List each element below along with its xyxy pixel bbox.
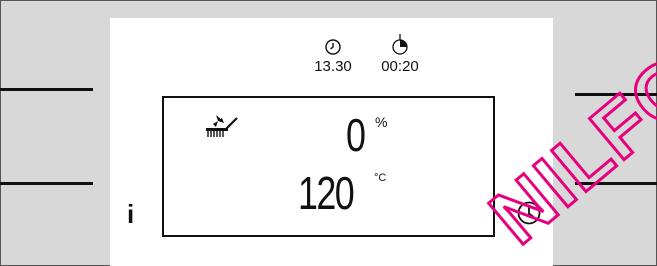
temperature-value: 120: [298, 167, 355, 219]
temperature-unit: °C: [374, 172, 387, 184]
clock-time: 13.30: [314, 58, 352, 75]
percent-value: 0: [346, 109, 366, 161]
duration-time: 00:20: [381, 58, 419, 75]
percent-unit: %: [375, 114, 388, 130]
half-timer-icon: [392, 34, 408, 55]
left-top-button-line[interactable]: [0, 88, 93, 91]
lcd-display: 0 % 120 °C: [162, 96, 495, 237]
clock-time-block: 13.30: [303, 38, 363, 75]
clock-icon: [325, 39, 341, 55]
left-bottom-button-line[interactable]: [0, 182, 93, 185]
watermark: NILFO: [472, 50, 657, 262]
info-button[interactable]: i: [127, 199, 134, 230]
duration-time-block: 00:20: [370, 33, 430, 75]
fan-brush-icon: [206, 115, 238, 137]
watermark-text: NILFO: [474, 50, 657, 261]
